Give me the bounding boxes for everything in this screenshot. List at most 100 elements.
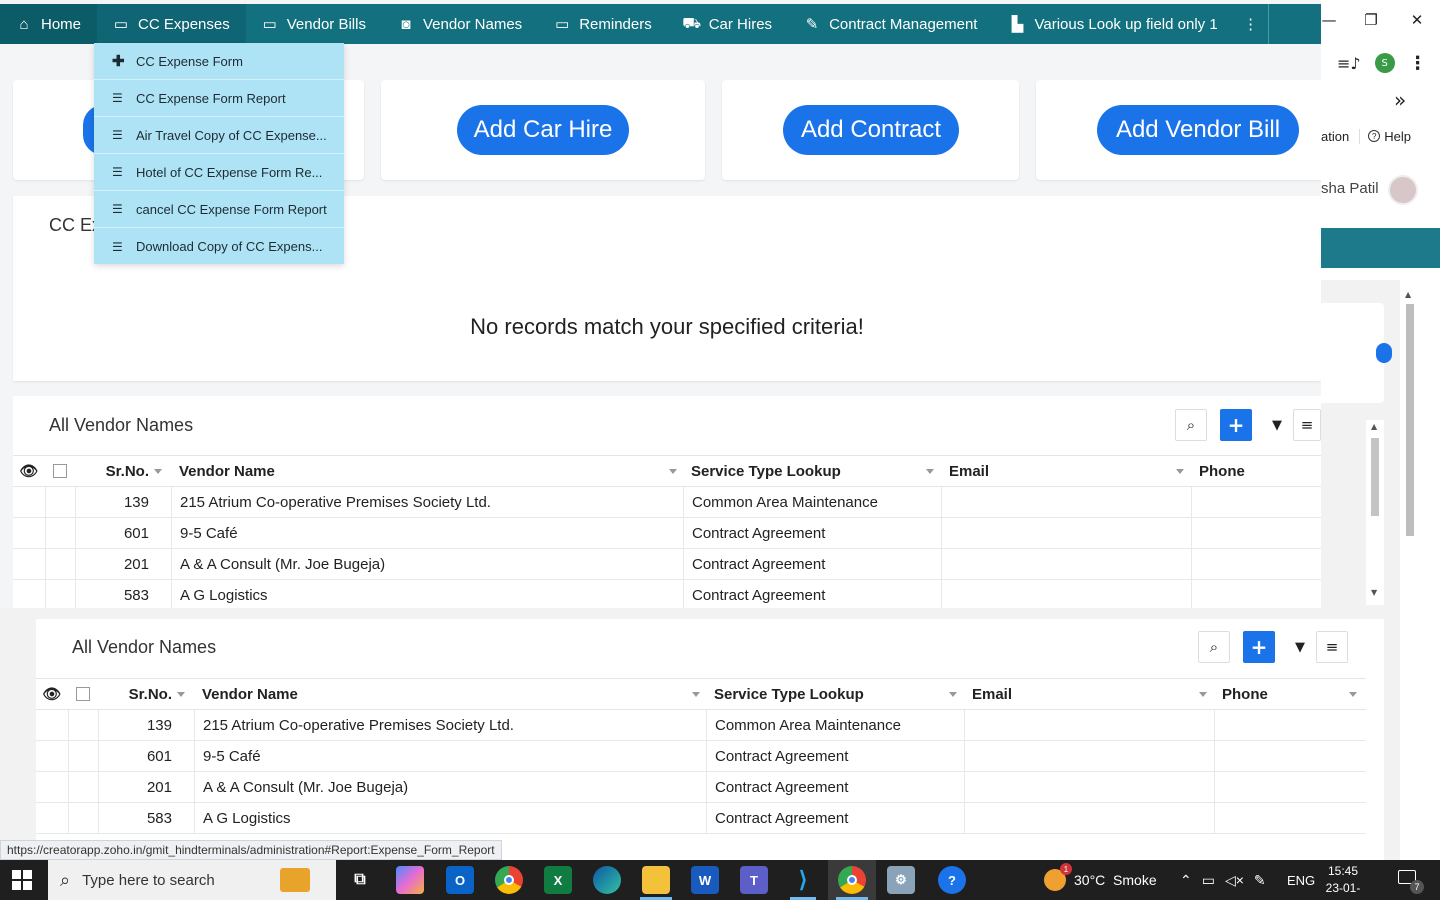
dropdown-item[interactable]: ☰ cancel CC Expense Form Report <box>94 191 344 228</box>
table-row[interactable]: 601 9-5 Café Contract Agreement <box>13 518 1321 549</box>
table-row[interactable]: 583 A G Logistics Contract Agreement <box>13 580 1321 608</box>
eye-icon[interactable]: 👁 <box>36 679 68 709</box>
sort-icon[interactable] <box>1176 469 1184 474</box>
pen-icon[interactable]: ✎ <box>1254 872 1266 889</box>
chrome-icon[interactable] <box>495 866 523 894</box>
briefcase-icon[interactable] <box>280 868 310 892</box>
sort-icon[interactable] <box>949 692 957 697</box>
add-record-button[interactable]: + <box>1243 631 1275 663</box>
task-view-icon[interactable]: ⧉ <box>346 866 374 894</box>
nav-item-various-look-up-field-only-1[interactable]: ▙ Various Look up field only 1 <box>993 4 1233 44</box>
filter-button[interactable]: ▼ <box>1284 631 1316 663</box>
help-tab[interactable]: ? Help <box>1359 128 1411 144</box>
language-indicator[interactable]: ENG <box>1287 860 1315 900</box>
nav-item-home[interactable]: ⌂ Home <box>0 4 98 44</box>
file-explorer-icon[interactable] <box>642 866 670 894</box>
table-row[interactable]: 139 215 Atrium Co-operative Premises Soci… <box>13 487 1321 518</box>
excel-icon[interactable]: X <box>544 866 572 894</box>
row-checkbox-cell[interactable] <box>68 710 98 740</box>
app-gear-icon[interactable]: ⚙ <box>887 866 915 894</box>
col-email[interactable]: Email <box>941 456 1191 486</box>
close-window-button[interactable]: ✕ <box>1394 0 1440 40</box>
edge-icon[interactable] <box>593 866 621 894</box>
more-chevron-icon[interactable]: » <box>1394 88 1406 112</box>
sort-icon[interactable] <box>1349 692 1357 697</box>
nav-item-contract-management[interactable]: ✎ Contract Management <box>788 4 993 44</box>
inner-scrollbar[interactable]: ▲ ▼ <box>1366 420 1384 605</box>
row-checkbox-cell[interactable] <box>68 741 98 771</box>
table-row[interactable]: 601 9-5 Café Contract Agreement <box>36 741 1366 772</box>
row-checkbox-cell[interactable] <box>45 518 75 548</box>
nav-item-vendor-bills[interactable]: ▭ Vendor Bills <box>246 4 382 44</box>
sort-icon[interactable] <box>692 692 700 697</box>
clock[interactable]: 15:45 23-01-2025 <box>1320 863 1366 900</box>
dropdown-item[interactable]: ☰ Download Copy of CC Expens... <box>94 228 344 265</box>
search-button[interactable]: ⌕ <box>1198 631 1230 663</box>
nav-item-car-hires[interactable]: ⛟ Car Hires <box>668 4 788 44</box>
page-scrollbar[interactable]: ▲ <box>1400 290 1420 860</box>
add-contract-button[interactable]: Add Contract <box>783 105 959 155</box>
taskbar-search[interactable]: ⌕ Type here to search <box>48 860 336 900</box>
nav-more-icon[interactable]: ⋮ <box>1234 4 1268 44</box>
network-icon[interactable]: ▭ <box>1202 872 1215 889</box>
col-vendor-name[interactable]: Vendor Name <box>171 456 683 486</box>
word-icon[interactable]: W <box>691 866 719 894</box>
copilot-icon[interactable] <box>396 866 424 894</box>
add-vendor-bill-button[interactable]: Add Vendor Bill <box>1097 105 1299 155</box>
volume-muted-icon[interactable]: ◁× <box>1225 872 1244 889</box>
table-row[interactable]: 139 215 Atrium Co-operative Premises Soci… <box>36 710 1366 741</box>
list-icon: ☰ <box>112 165 123 179</box>
add-record-button[interactable]: + <box>1220 409 1252 441</box>
nav-item-vendor-names[interactable]: ◙ Vendor Names <box>382 4 538 44</box>
search-button[interactable]: ⌕ <box>1175 409 1207 441</box>
notification-center[interactable]: 7 <box>1398 870 1424 894</box>
vscode-icon[interactable]: ⟩ <box>789 866 817 894</box>
row-checkbox-cell[interactable] <box>68 772 98 802</box>
select-all-checkbox[interactable] <box>68 679 98 709</box>
weather-widget[interactable]: 1 30°C Smoke <box>1044 860 1157 900</box>
row-checkbox-cell[interactable] <box>45 580 75 608</box>
help-app-icon[interactable]: ? <box>938 866 966 894</box>
table-row[interactable]: 583 A G Logistics Contract Agreement <box>36 803 1366 834</box>
media-control-icon[interactable]: ≡♪ <box>1337 54 1361 73</box>
col-vendor-name[interactable]: Vendor Name <box>194 679 706 709</box>
menu-button[interactable]: ≡ <box>1316 631 1348 663</box>
eye-icon[interactable]: 👁 <box>13 456 45 486</box>
partial-tab-label[interactable]: ation <box>1321 129 1349 144</box>
sort-icon[interactable] <box>1199 692 1207 697</box>
sort-icon[interactable] <box>669 469 677 474</box>
outlook-icon[interactable]: O <box>446 866 474 894</box>
sort-icon[interactable] <box>154 469 162 474</box>
row-checkbox-cell[interactable] <box>45 549 75 579</box>
dropdown-item[interactable]: ☰ CC Expense Form Report <box>94 80 344 117</box>
filter-button[interactable]: ▼ <box>1261 409 1293 441</box>
browser-menu-icon[interactable]: ⋮ <box>1409 53 1427 74</box>
col-service-type[interactable]: Service Type Lookup <box>706 679 964 709</box>
start-button[interactable] <box>12 870 32 890</box>
dropdown-item[interactable]: ✚ CC Expense Form <box>94 43 344 80</box>
sort-icon[interactable] <box>177 692 185 697</box>
row-checkbox-cell[interactable] <box>45 487 75 517</box>
col-service-type[interactable]: Service Type Lookup <box>683 456 941 486</box>
nav-item-cc-expenses[interactable]: ▭ CC Expenses <box>97 4 246 44</box>
row-checkbox-cell[interactable] <box>68 803 98 833</box>
nav-item-reminders[interactable]: ▭ Reminders <box>538 4 668 44</box>
chrome-profile-icon[interactable] <box>838 866 866 894</box>
col-phone[interactable]: Phone <box>1214 679 1364 709</box>
user-avatar[interactable] <box>1388 175 1418 205</box>
dropdown-item[interactable]: ☰ Air Travel Copy of CC Expense... <box>94 117 344 154</box>
table-row[interactable]: 201 A & A Consult (Mr. Joe Bugeja) Contrac… <box>13 549 1321 580</box>
add-car-hire-button[interactable]: Add Car Hire <box>457 105 629 155</box>
filter-icon: ▼ <box>1272 417 1282 433</box>
select-all-checkbox[interactable] <box>45 456 75 486</box>
sort-icon[interactable] <box>926 469 934 474</box>
dropdown-item[interactable]: ☰ Hotel of CC Expense Form Re... <box>94 154 344 191</box>
chevron-up-icon[interactable]: ⌃ <box>1180 872 1192 889</box>
teams-icon[interactable]: T <box>740 866 768 894</box>
col-phone[interactable]: Phone <box>1191 456 1321 486</box>
maximize-button[interactable]: ❐ <box>1348 0 1394 40</box>
col-email[interactable]: Email <box>964 679 1214 709</box>
menu-button[interactable]: ≡ <box>1293 409 1321 441</box>
profile-avatar[interactable]: S <box>1374 53 1395 73</box>
table-row[interactable]: 201 A & A Consult (Mr. Joe Bugeja) Contrac… <box>36 772 1366 803</box>
